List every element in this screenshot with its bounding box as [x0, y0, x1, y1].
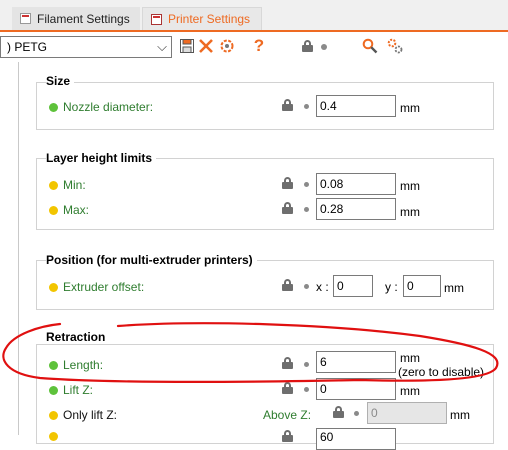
- layer-height-group-title: Layer height limits: [46, 151, 157, 165]
- length-unit: mm: [400, 351, 420, 365]
- expert-mode-dot-icon: [49, 282, 58, 292]
- min-layer-text: Min:: [63, 178, 86, 192]
- help-button[interactable]: ?: [250, 36, 268, 55]
- settings-button[interactable]: [386, 37, 404, 55]
- nozzle-diameter-label: Nozzle diameter:: [49, 100, 153, 114]
- max-layer-text: Max:: [63, 203, 90, 217]
- liftz-bullet-icon[interactable]: [304, 387, 309, 392]
- delete-icon: [199, 39, 213, 53]
- offset-x-input[interactable]: 0: [333, 275, 373, 297]
- tab-filament-label: Filament Settings: [37, 11, 130, 26]
- tab-printer-settings[interactable]: Printer Settings: [142, 7, 262, 30]
- offset-y-input[interactable]: 0: [403, 275, 441, 297]
- save-icon: [180, 39, 194, 53]
- max-unit: mm: [400, 205, 420, 219]
- value-bullet-icon[interactable]: [321, 44, 327, 50]
- retraction-length-text: Length:: [63, 358, 104, 372]
- nozzle-bullet-icon[interactable]: [304, 104, 309, 109]
- tab-printer-label: Printer Settings: [168, 12, 251, 26]
- nozzle-diameter-input[interactable]: 0.4: [316, 95, 396, 117]
- preset-select[interactable]: ) PETG ⌵: [0, 36, 172, 58]
- min-unit: mm: [400, 179, 420, 193]
- nozzle-diameter-text: Nozzle diameter:: [63, 100, 154, 114]
- compare-button[interactable]: [218, 37, 236, 55]
- above-unit: mm: [450, 408, 470, 422]
- position-group-title: Position (for multi-extruder printers): [46, 253, 257, 267]
- retraction-length-input[interactable]: 6: [316, 351, 396, 373]
- advanced-mode-dot-icon: [49, 360, 58, 370]
- expert-mode-dot-icon: [49, 180, 58, 190]
- length-bullet-icon[interactable]: [304, 362, 309, 367]
- lift-z-input[interactable]: 0: [316, 378, 396, 400]
- retraction-group-title: Retraction: [46, 330, 110, 344]
- size-group-title: Size: [46, 74, 75, 88]
- filament-tab-icon: [20, 13, 31, 24]
- advanced-mode-dot-icon: [49, 385, 58, 395]
- min-layer-label: Min:: [49, 178, 86, 192]
- max-bullet-icon[interactable]: [304, 207, 309, 212]
- only-lift-z-text: Only lift Z:: [63, 408, 118, 422]
- lift-z-text: Lift Z:: [63, 383, 94, 397]
- advanced-mode-dot-icon: [49, 102, 58, 112]
- layer-height-panel: [36, 158, 494, 230]
- delete-button[interactable]: [197, 37, 215, 55]
- search-button[interactable]: [361, 37, 379, 55]
- tab-underline: [0, 30, 508, 32]
- compare-icon: [220, 39, 234, 53]
- nozzle-unit: mm: [400, 101, 420, 115]
- next-setting-input[interactable]: 60: [316, 428, 396, 450]
- help-icon: ?: [253, 36, 265, 55]
- above-bullet-icon[interactable]: [354, 411, 359, 416]
- lift-z-label: Lift Z:: [49, 383, 93, 397]
- length-zero-note: (zero to disable): [398, 365, 485, 379]
- printer-tab-icon: [151, 13, 162, 25]
- retraction-length-label: Length:: [49, 358, 103, 372]
- retraction-panel: [36, 344, 494, 444]
- chevron-down-icon: ⌵: [157, 39, 167, 54]
- offset-unit: mm: [444, 281, 464, 295]
- min-bullet-icon[interactable]: [304, 182, 309, 187]
- extruder-offset-label: Extruder offset:: [49, 280, 144, 294]
- page-tree-divider: [18, 62, 19, 435]
- expert-mode-dot-icon: [49, 205, 58, 215]
- offset-bullet-icon[interactable]: [304, 284, 309, 289]
- only-lift-z-label: Only lift Z:: [49, 408, 117, 422]
- offset-x-label: x :: [316, 280, 329, 294]
- search-icon: [362, 38, 378, 54]
- preset-value: ) PETG: [7, 40, 48, 54]
- liftz-unit: mm: [400, 384, 420, 398]
- settings-icon: [387, 38, 403, 54]
- tab-filament-settings[interactable]: Filament Settings: [12, 7, 140, 30]
- max-layer-label: Max:: [49, 203, 89, 217]
- extruder-offset-text: Extruder offset:: [63, 280, 145, 294]
- expert-mode-dot-icon: [49, 432, 58, 441]
- save-button[interactable]: [178, 37, 196, 55]
- expert-mode-dot-icon: [49, 410, 58, 420]
- offset-y-label: y :: [385, 280, 398, 294]
- above-z-input[interactable]: 0: [367, 402, 447, 424]
- lock-icon[interactable]: [302, 40, 313, 53]
- above-z-label: Above Z:: [263, 408, 312, 422]
- max-layer-input[interactable]: 0.28: [316, 198, 396, 220]
- min-layer-input[interactable]: 0.08: [316, 173, 396, 195]
